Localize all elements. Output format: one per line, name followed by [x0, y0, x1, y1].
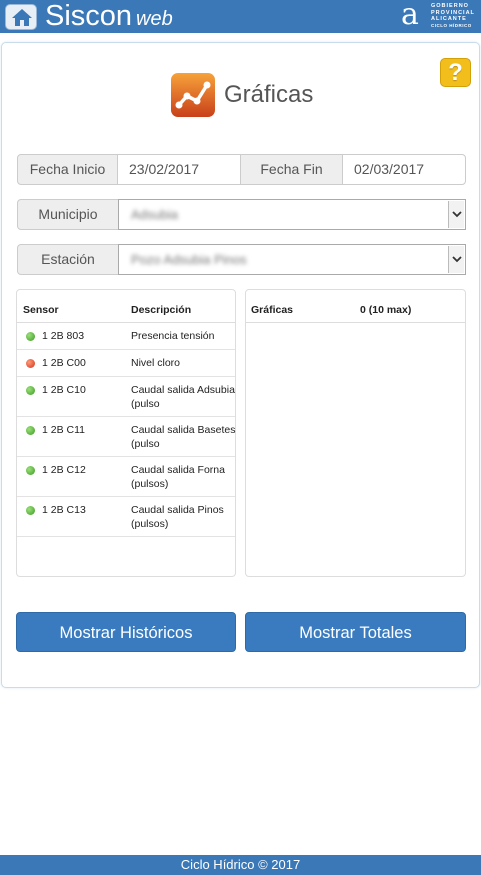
estacion-row: Estación Pozo Adsubia Pinos [17, 244, 466, 275]
graficas-header: Gráficas 0 (10 max) [246, 290, 465, 323]
sensor-description: Caudal salida Pinos (pulsos) [131, 504, 224, 530]
chevron-down-icon [452, 256, 462, 263]
estacion-value: Pozo Adsubia Pinos [131, 252, 247, 267]
mostrar-historicos-button[interactable]: Mostrar Históricos [16, 612, 236, 652]
fecha-fin-input[interactable]: 02/03/2017 [342, 154, 466, 185]
sensor-description: Caudal salida Adsubia (pulso [131, 384, 235, 410]
sensor-description: Nivel cloro [131, 357, 181, 369]
fecha-inicio-input[interactable]: 23/02/2017 [117, 154, 241, 185]
logo-line-4: CICLO HÍDRICO [431, 22, 472, 28]
logo-line-1: GOBIERNO [431, 3, 469, 9]
page-title: Gráficas [224, 81, 314, 108]
date-range-row: Fecha Inicio 23/02/2017 Fecha Fin 02/03/… [17, 154, 466, 185]
municipio-select[interactable]: Adsubia [118, 199, 466, 230]
logo-line-3: ALICANTE [431, 16, 467, 23]
graficas-title: Gráficas [251, 304, 294, 316]
municipio-value: Adsubia [131, 207, 178, 222]
graficas-panel: Gráficas 0 (10 max) [245, 289, 466, 577]
fecha-fin-label: Fecha Fin [240, 154, 343, 185]
sensor-row[interactable]: 1 2B C00 Nivel cloro [17, 350, 235, 377]
municipio-row: Municipio Adsubia [17, 199, 466, 230]
home-icon [12, 9, 32, 26]
municipio-dropdown-arrow[interactable] [448, 201, 464, 228]
sensor-list: 1 2B 803 Presencia tensión 1 2B C00 Nivel c… [17, 323, 235, 537]
sensor-code: 1 2B C12 [42, 464, 86, 476]
top-bar: Siscon web a GOBIERNO PROVINCIAL ALICANTE… [0, 0, 481, 33]
status-dot-icon [26, 359, 35, 368]
status-dot-icon [26, 386, 35, 395]
chevron-down-icon [452, 211, 462, 218]
sensor-code: 1 2B 803 [42, 330, 85, 342]
gobierno-provincial-logo: a GOBIERNO PROVINCIAL ALICANTE CICLO HÍD… [400, 0, 480, 32]
sensor-description: Presencia tensión [131, 330, 215, 342]
help-button[interactable]: ? [440, 58, 471, 87]
mostrar-totales-button[interactable]: Mostrar Totales [245, 612, 466, 652]
brand-suffix: web [136, 8, 173, 30]
sensor-row[interactable]: 1 2B C10 Caudal salida Adsubia (pulso [17, 377, 235, 417]
graficas-count: 0 (10 max) [360, 304, 412, 316]
col-descripcion: Descripción [131, 304, 192, 316]
sensors-panel: Sensor Descripción 1 2B 803 Presencia ten… [16, 289, 236, 577]
main-card: ? Gráficas Fecha Inicio 23/02/2017 Fecha… [1, 42, 480, 688]
status-dot-icon [26, 506, 35, 515]
estacion-label: Estación [17, 244, 119, 275]
sensor-code: 1 2B C00 [42, 357, 86, 369]
estacion-dropdown-arrow[interactable] [448, 246, 464, 273]
sensor-code: 1 2B C11 [42, 424, 85, 436]
sensor-row[interactable]: 1 2B C11 Caudal salida Basetes (pulso [17, 417, 235, 457]
estacion-select[interactable]: Pozo Adsubia Pinos [118, 244, 466, 275]
chart-app-icon [171, 73, 215, 117]
app-brand: Siscon web [45, 0, 173, 36]
status-dot-icon [26, 466, 35, 475]
status-dot-icon [26, 426, 35, 435]
sensor-row[interactable]: 1 2B C12 Caudal salida Forna (pulsos) [17, 457, 235, 497]
home-button[interactable] [5, 4, 37, 30]
footer: Ciclo Hídrico © 2017 [0, 855, 481, 875]
brand-name: Siscon [45, 0, 133, 32]
sensor-code: 1 2B C13 [42, 504, 86, 516]
status-dot-icon [26, 332, 35, 341]
sensor-description: Caudal salida Basetes (pulso [131, 424, 236, 450]
logo-letter: a [401, 0, 419, 32]
sensor-description: Caudal salida Forna (pulsos) [131, 464, 225, 490]
municipio-label: Municipio [17, 199, 119, 230]
sensor-code: 1 2B C10 [42, 384, 86, 396]
col-sensor: Sensor [23, 304, 59, 316]
sensors-table-header: Sensor Descripción [17, 290, 235, 323]
sensor-row[interactable]: 1 2B C13 Caudal salida Pinos (pulsos) [17, 497, 235, 537]
sensor-row[interactable]: 1 2B 803 Presencia tensión [17, 323, 235, 350]
logo-line-2: PROVINCIAL [431, 9, 475, 16]
fecha-inicio-label: Fecha Inicio [17, 154, 118, 185]
